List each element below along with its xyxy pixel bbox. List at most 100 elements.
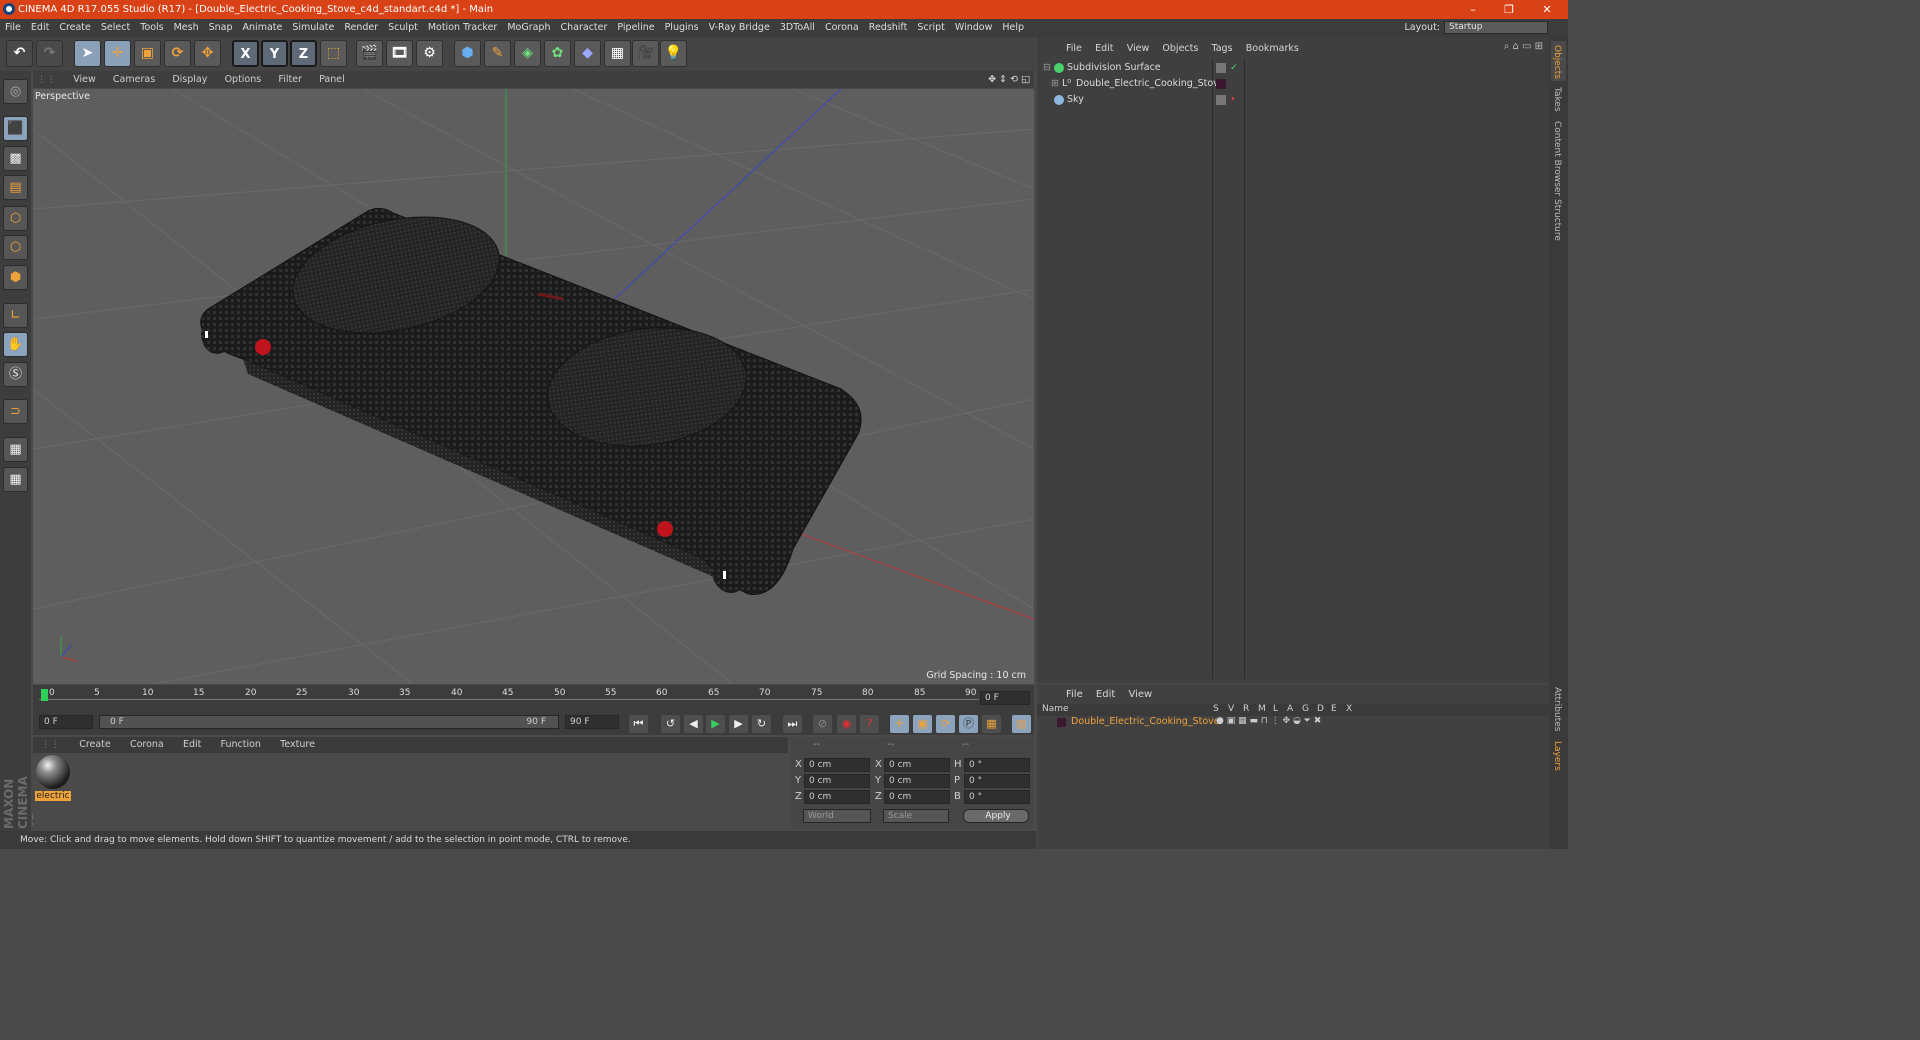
axis-z-button[interactable]: Z (290, 40, 317, 67)
coordinate-system-icon[interactable]: ⬚ (320, 40, 347, 67)
obj-menu-objects[interactable]: Objects (1157, 40, 1203, 58)
menu-mograph[interactable]: MoGraph (502, 19, 555, 37)
object-manager-tools-icons[interactable]: ⌕ ⌂ ▭ ⊞ (1504, 41, 1543, 52)
menu-simulate[interactable]: Simulate (287, 19, 339, 37)
vp-menu-options[interactable]: Options (218, 71, 269, 88)
magnet-icon[interactable]: ⊃ (3, 399, 28, 424)
expand-icon[interactable]: ⊟ (1043, 60, 1051, 76)
select-pointer-icon[interactable]: ➤ (74, 40, 101, 67)
obj-menu-view[interactable]: View (1122, 40, 1155, 58)
camera-icon[interactable]: 🎥 (632, 40, 659, 67)
menu-script[interactable]: Script (912, 19, 950, 37)
tab-takes[interactable]: Takes (1552, 87, 1562, 112)
start-frame-field[interactable]: 0 F (39, 715, 93, 729)
light-bulb-icon[interactable]: 💡 (660, 40, 687, 67)
axis-mode-icon[interactable]: ∟ (3, 303, 28, 328)
polygons-mode-icon[interactable]: ⬢ (3, 265, 28, 290)
menu-vray-bridge[interactable]: V-Ray Bridge (704, 19, 775, 37)
close-button[interactable]: ✕ (1532, 0, 1562, 19)
vp-menu-panel[interactable]: Panel (312, 71, 352, 88)
mat-menu-texture[interactable]: Texture (272, 737, 323, 753)
rotate-tool-icon[interactable]: ⟳ (164, 40, 191, 67)
obj-menu-bookmarks[interactable]: Bookmarks (1241, 40, 1304, 58)
viewport-nav-icons[interactable]: ✥ ⇕ ⟲ ◱ (988, 71, 1030, 88)
menu-redshift[interactable]: Redshift (864, 19, 913, 37)
menu-corona[interactable]: Corona (820, 19, 864, 37)
layer-toggles-icons[interactable]: ● ▣ ▦ ▬ ⊓ ⋮ ✥ ◒ ⏷ ✖ (1216, 716, 1321, 726)
scale-tool-icon[interactable]: ▣ (134, 40, 161, 67)
tweak-mode-icon[interactable]: ✋ (3, 332, 28, 357)
pos-y-field[interactable]: 0 cm (804, 774, 870, 788)
move-tool-icon[interactable]: ✛ (104, 40, 131, 67)
cube-primitive-icon[interactable]: ⬢ (454, 40, 481, 67)
layer-color-icon[interactable] (1057, 718, 1066, 727)
redo-icon[interactable]: ↷ (36, 40, 63, 67)
menu-character[interactable]: Character (555, 19, 612, 37)
key-pla-icon[interactable]: ▦ (982, 715, 1001, 733)
tab-layers[interactable]: Layers (1552, 741, 1562, 771)
deformer-icon[interactable]: ◆ (574, 40, 601, 67)
menu-mesh[interactable]: Mesh (169, 19, 204, 37)
object-row-subdivision[interactable]: ⊟ Subdivision Surface ✓ (1037, 60, 1549, 76)
pos-x-field[interactable]: 0 cm (804, 758, 870, 772)
menu-3dtoall[interactable]: 3DToAll (775, 19, 820, 37)
render-view-icon[interactable]: 🎬 (356, 40, 383, 67)
mat-menu-corona[interactable]: Corona (122, 737, 172, 753)
viewport-perspective[interactable]: Perspective Grid Spacing : 10 cm (33, 89, 1034, 684)
tab-structure[interactable]: Structure (1552, 199, 1562, 241)
timeline-window-icon[interactable]: ▥ (1012, 715, 1031, 733)
edges-mode-icon[interactable]: ⬡ (3, 235, 28, 260)
menu-select[interactable]: Select (96, 19, 135, 37)
points-mode-icon[interactable]: ⬡ (3, 206, 28, 231)
key-parameter-icon[interactable]: Ⓟ (959, 715, 978, 733)
restore-button[interactable]: ❐ (1494, 0, 1524, 19)
menu-create[interactable]: Create (54, 19, 96, 37)
menu-tools[interactable]: Tools (135, 19, 168, 37)
menu-help[interactable]: Help (997, 19, 1029, 37)
previous-frame-icon[interactable]: ◀ (684, 715, 703, 733)
rot-h-field[interactable]: 0 ° (964, 758, 1030, 772)
layer-menu-view[interactable]: View (1123, 689, 1157, 700)
previous-key-icon[interactable]: ↺ (661, 715, 680, 733)
texture-mode-icon[interactable]: ▩ (3, 146, 28, 171)
next-key-icon[interactable]: ↻ (752, 715, 771, 733)
object-row-sky[interactable]: Sky • (1037, 92, 1549, 108)
go-to-end-icon[interactable]: ⏭ (783, 715, 802, 733)
size-z-field[interactable]: 0 cm (884, 790, 950, 804)
menu-window[interactable]: Window (950, 19, 997, 37)
model-mode-icon[interactable]: ⬛ (3, 116, 28, 141)
menu-edit[interactable]: Edit (26, 19, 54, 37)
menu-plugins[interactable]: Plugins (660, 19, 704, 37)
render-picture-viewer-icon[interactable]: 🎞 (386, 40, 413, 67)
menu-file[interactable]: File (0, 19, 26, 37)
obj-menu-edit[interactable]: Edit (1090, 40, 1118, 58)
next-frame-icon[interactable]: ▶ (729, 715, 748, 733)
tab-content-browser[interactable]: Content Browser (1552, 121, 1562, 196)
menu-sculpt[interactable]: Sculpt (383, 19, 423, 37)
mat-menu-function[interactable]: Function (213, 737, 269, 753)
menu-render[interactable]: Render (339, 19, 383, 37)
pos-z-field[interactable]: 0 cm (804, 790, 870, 804)
timeline-ruler[interactable]: 0 5 10 15 20 25 30 35 40 45 50 55 60 65 … (33, 685, 1034, 713)
snap-icon[interactable]: Ⓢ (3, 362, 28, 387)
layout-select[interactable]: Startup (1444, 21, 1548, 34)
key-scale-icon[interactable]: ▣ (913, 715, 932, 733)
autokey-icon[interactable]: ◉ (837, 715, 856, 733)
play-icon[interactable]: ▶ (706, 715, 725, 733)
menu-snap[interactable]: Snap (204, 19, 238, 37)
menu-animate[interactable]: Animate (238, 19, 288, 37)
axis-x-button[interactable]: X (232, 40, 259, 67)
expand-icon[interactable]: ⊞ (1051, 76, 1059, 92)
vp-menu-filter[interactable]: Filter (271, 71, 309, 88)
undo-icon[interactable]: ↶ (6, 40, 33, 67)
render-settings-icon[interactable]: ⚙ (416, 40, 443, 67)
grid-snap-icon[interactable]: ▦ (3, 467, 28, 492)
key-position-icon[interactable]: ✛ (890, 715, 909, 733)
frame-range-slider[interactable]: 0 F 90 F (99, 715, 559, 729)
obj-menu-file[interactable]: File (1061, 40, 1087, 58)
obj-menu-tags[interactable]: Tags (1207, 40, 1238, 58)
mat-menu-edit[interactable]: Edit (175, 737, 209, 753)
mat-menu-create[interactable]: Create (71, 737, 119, 753)
layer-row[interactable]: Double_Electric_Cooking_Stove ● ▣ ▦ ▬ ⊓ … (1037, 716, 1549, 730)
rot-p-field[interactable]: 0 ° (964, 774, 1030, 788)
